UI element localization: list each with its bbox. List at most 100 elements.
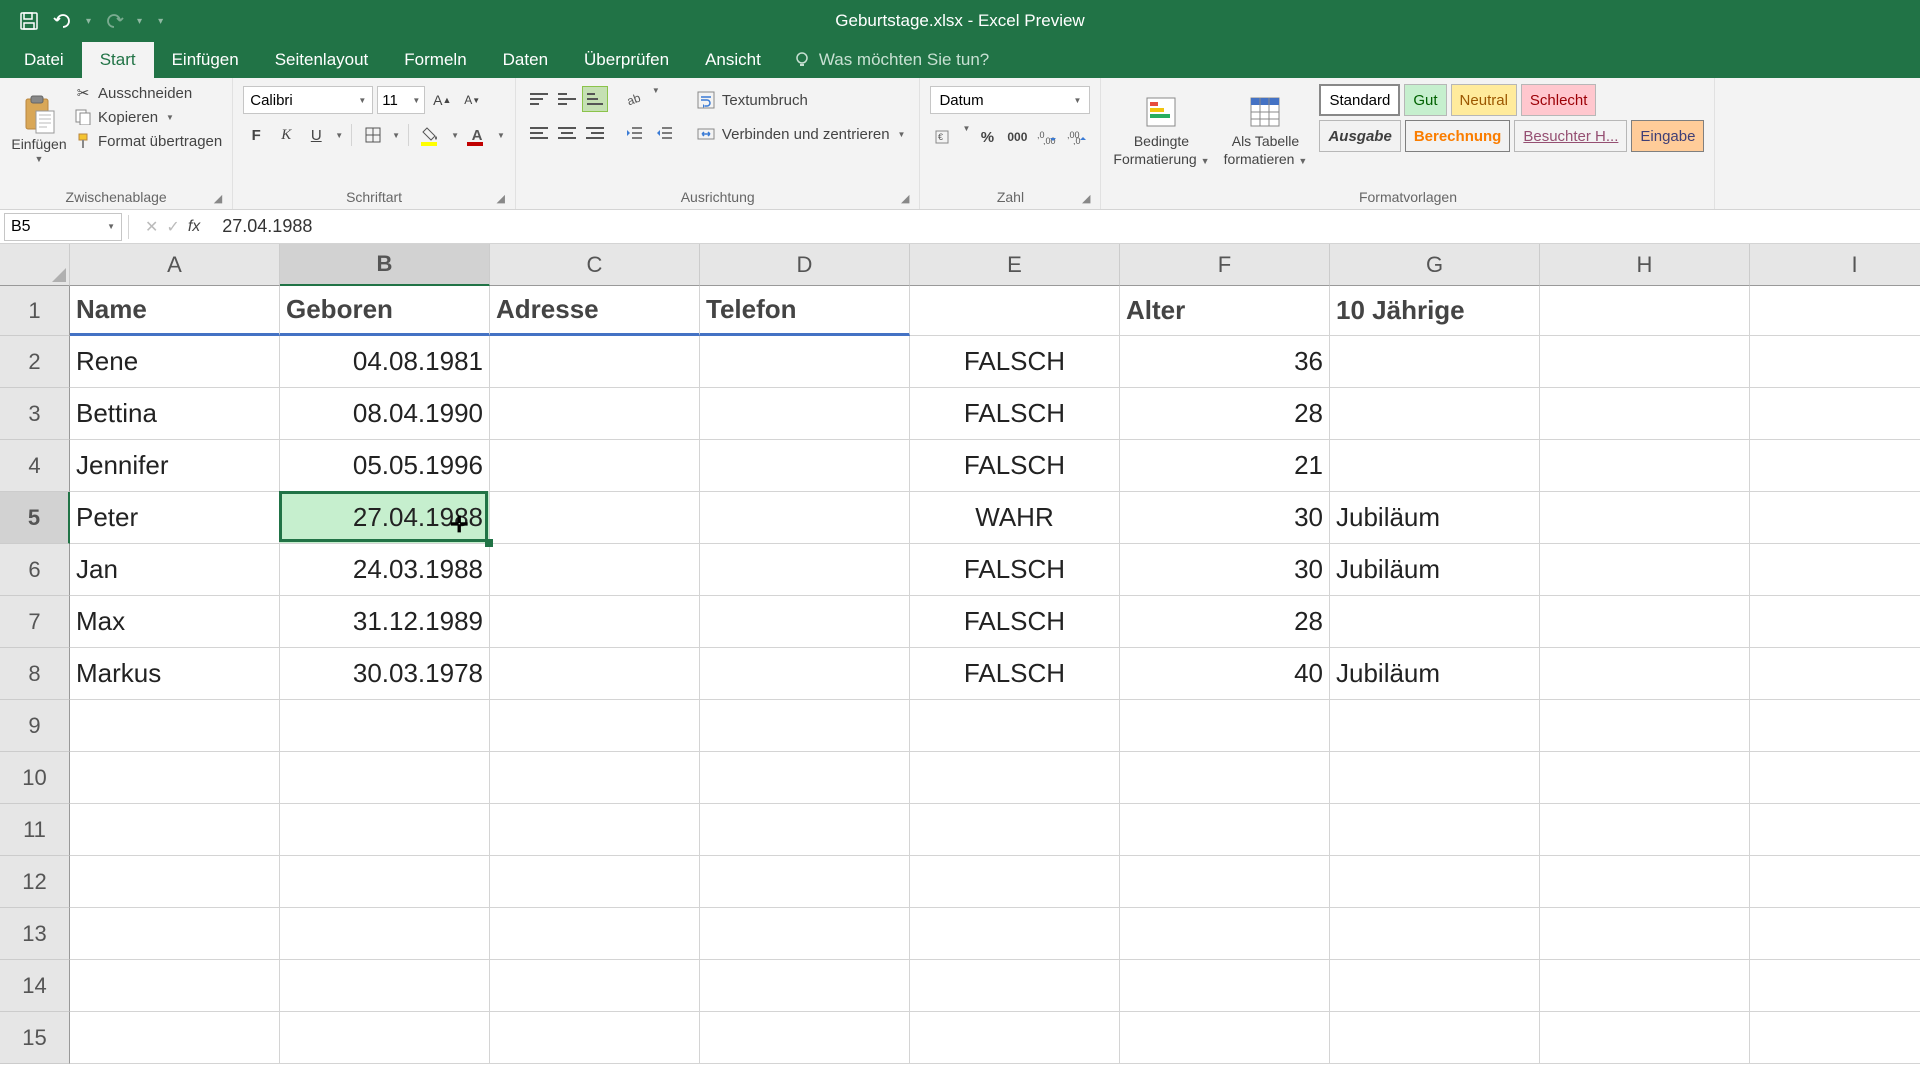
decrease-decimal-button[interactable]: ,00,0 (1064, 124, 1090, 150)
cell[interactable] (700, 752, 910, 804)
cell[interactable] (280, 960, 490, 1012)
cell[interactable] (490, 440, 700, 492)
cell-style-berechnung[interactable]: Berechnung (1405, 120, 1511, 152)
cell[interactable] (490, 648, 700, 700)
cell[interactable] (490, 960, 700, 1012)
chevron-down-icon[interactable]: ▼ (335, 131, 343, 140)
cell[interactable]: Jennifer (70, 440, 280, 492)
cell[interactable] (1540, 648, 1750, 700)
row-header[interactable]: 11 (0, 804, 70, 856)
cell[interactable] (1330, 1012, 1540, 1064)
cell[interactable] (1540, 752, 1750, 804)
cell[interactable] (910, 286, 1120, 336)
cell[interactable] (910, 960, 1120, 1012)
tab-seitenlayout[interactable]: Seitenlayout (257, 42, 387, 78)
comma-button[interactable]: 000 (1004, 124, 1030, 150)
cell[interactable]: 24.03.1988 (280, 544, 490, 596)
column-header[interactable]: F (1120, 244, 1330, 286)
borders-button[interactable] (360, 122, 386, 148)
row-header[interactable]: 9 (0, 700, 70, 752)
cell[interactable] (1540, 286, 1750, 336)
cell[interactable] (1540, 700, 1750, 752)
row-header[interactable]: 2 (0, 336, 70, 388)
row-header[interactable]: 3 (0, 388, 70, 440)
name-box[interactable]: B5 ▼ (4, 213, 122, 241)
cell[interactable] (70, 1012, 280, 1064)
grow-font-button[interactable]: A▲ (429, 87, 455, 113)
formula-input[interactable]: 27.04.1988 (210, 216, 1920, 237)
cell[interactable] (1540, 960, 1750, 1012)
cell[interactable] (280, 752, 490, 804)
cell[interactable] (1120, 960, 1330, 1012)
cell[interactable]: 28 (1120, 596, 1330, 648)
cell[interactable] (1540, 1012, 1750, 1064)
fill-color-button[interactable] (417, 122, 445, 148)
cell[interactable]: FALSCH (910, 440, 1120, 492)
cell[interactable] (490, 804, 700, 856)
cell[interactable] (1750, 440, 1920, 492)
cell[interactable] (1750, 286, 1920, 336)
tab-start[interactable]: Start (82, 42, 154, 78)
shrink-font-button[interactable]: A▼ (459, 87, 485, 113)
cell[interactable] (490, 856, 700, 908)
increase-indent-button[interactable] (652, 120, 678, 146)
cell[interactable] (1120, 856, 1330, 908)
cell[interactable]: 30.03.1978 (280, 648, 490, 700)
cell[interactable] (1330, 596, 1540, 648)
cell-style-neutral[interactable]: Neutral (1451, 84, 1517, 116)
cell[interactable] (910, 804, 1120, 856)
qat-customize-icon[interactable]: ▾ (158, 16, 163, 27)
cell[interactable] (1120, 1012, 1330, 1064)
cell[interactable]: Rene (70, 336, 280, 388)
cell[interactable] (1540, 336, 1750, 388)
chevron-down-icon[interactable]: ▼ (451, 131, 459, 140)
copy-button[interactable]: Kopieren ▼ (74, 108, 222, 126)
cell[interactable] (700, 492, 910, 544)
tab-datei[interactable]: Datei (6, 42, 82, 78)
cell[interactable]: FALSCH (910, 648, 1120, 700)
dialog-launcher-icon[interactable]: ◢ (496, 192, 504, 205)
cell[interactable]: 08.04.1990 (280, 388, 490, 440)
cell[interactable] (1750, 700, 1920, 752)
cell-style-eingabe[interactable]: Eingabe (1631, 120, 1704, 152)
cell[interactable] (1120, 752, 1330, 804)
align-left-button[interactable] (526, 120, 552, 146)
column-header[interactable]: G (1330, 244, 1540, 286)
cell[interactable] (1750, 804, 1920, 856)
bold-button[interactable]: F (243, 122, 269, 148)
cell[interactable] (1330, 856, 1540, 908)
cell[interactable] (280, 700, 490, 752)
font-size-select[interactable]: 11 ▼ (377, 86, 425, 114)
cell[interactable]: FALSCH (910, 596, 1120, 648)
cell[interactable] (70, 804, 280, 856)
dialog-launcher-icon[interactable]: ◢ (901, 192, 909, 205)
cell[interactable]: 21 (1120, 440, 1330, 492)
cell[interactable] (490, 1012, 700, 1064)
cell[interactable] (490, 908, 700, 960)
row-header[interactable]: 6 (0, 544, 70, 596)
save-icon[interactable] (18, 10, 40, 32)
cell[interactable] (1540, 440, 1750, 492)
dialog-launcher-icon[interactable]: ◢ (214, 192, 222, 205)
cell-style-ausgabe[interactable]: Ausgabe (1319, 120, 1400, 152)
select-all-corner[interactable] (0, 244, 70, 286)
column-header[interactable]: H (1540, 244, 1750, 286)
chevron-down-icon[interactable]: ▼ (497, 131, 505, 140)
orientation-button[interactable]: ab (622, 86, 648, 112)
cell[interactable] (910, 700, 1120, 752)
cell[interactable]: WAHR (910, 492, 1120, 544)
cell[interactable]: 05.05.1996 (280, 440, 490, 492)
cell[interactable]: 30 (1120, 492, 1330, 544)
cell[interactable] (910, 752, 1120, 804)
cell[interactable] (1750, 388, 1920, 440)
accept-formula-icon[interactable]: ✓ (166, 217, 179, 237)
cell-style-schlecht[interactable]: Schlecht (1521, 84, 1597, 116)
cell[interactable] (490, 336, 700, 388)
cell[interactable]: FALSCH (910, 336, 1120, 388)
number-format-select[interactable]: Datum ▼ (930, 86, 1090, 114)
row-header[interactable]: 13 (0, 908, 70, 960)
cell[interactable] (70, 960, 280, 1012)
cell[interactable] (700, 388, 910, 440)
cell[interactable] (910, 908, 1120, 960)
cell[interactable] (490, 544, 700, 596)
